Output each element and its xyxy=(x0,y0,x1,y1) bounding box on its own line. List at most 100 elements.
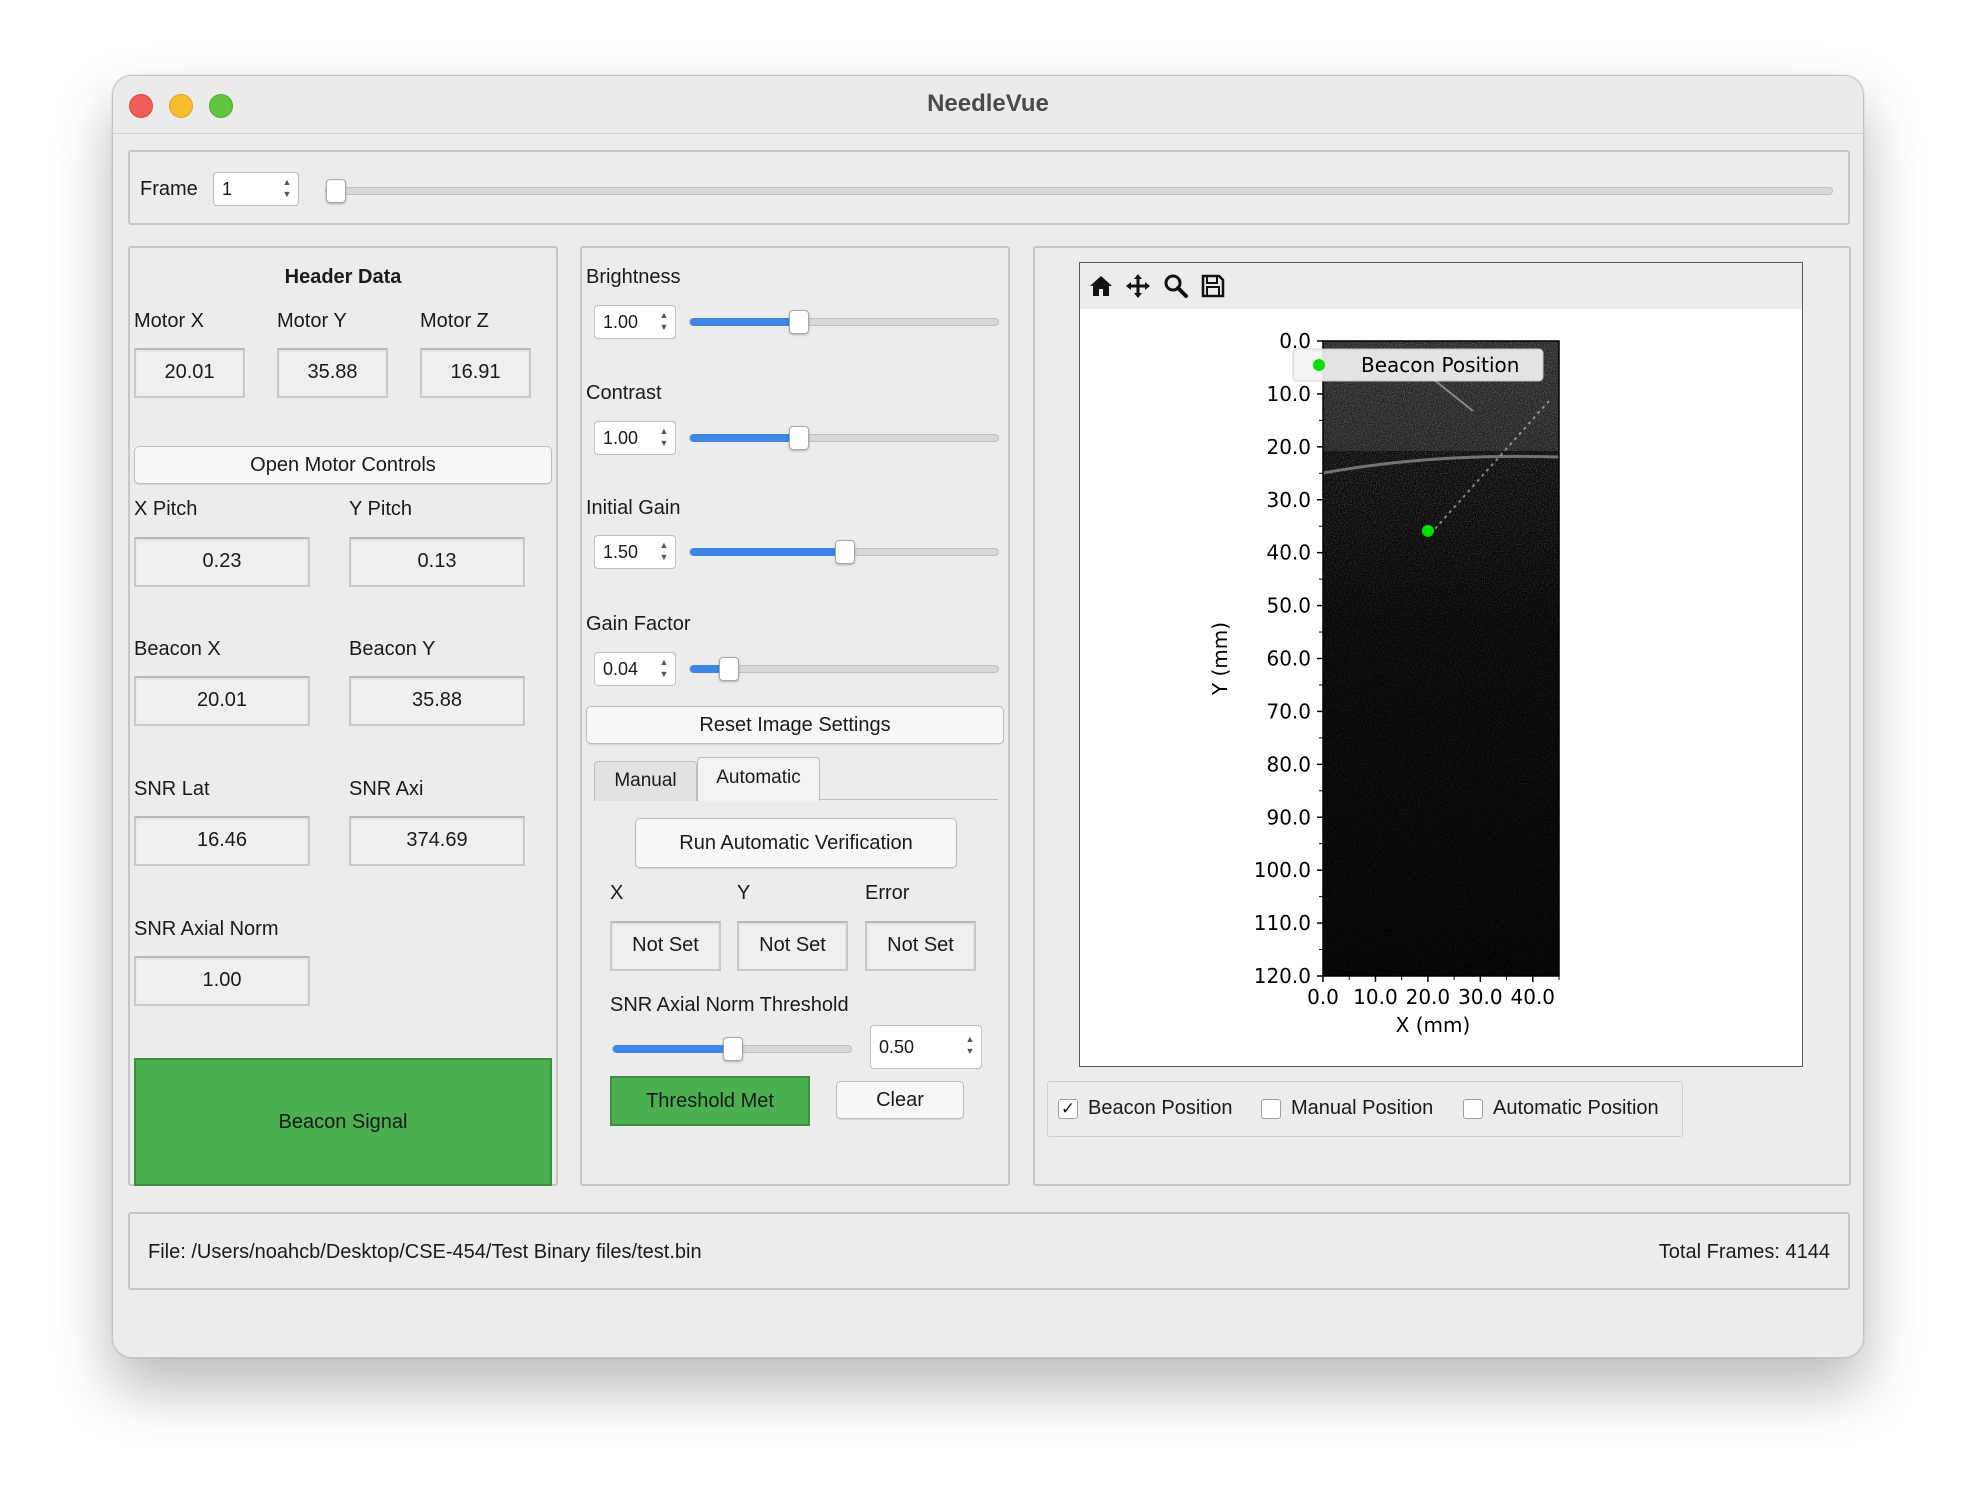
motor-z-label: Motor Z xyxy=(420,310,489,332)
beacon-x-label: Beacon X xyxy=(134,638,221,660)
open-motor-controls-button[interactable]: Open Motor Controls xyxy=(134,446,552,484)
brightness-value: 1.00 xyxy=(603,312,639,332)
ultrasound-depth-fade xyxy=(1323,341,1559,976)
motor-x-label: Motor X xyxy=(134,310,205,332)
gain-factor-label: Gain Factor xyxy=(586,613,691,635)
y-tick-label: 120.0 xyxy=(1254,964,1311,988)
x-pitch-value: 0.23 xyxy=(134,537,310,587)
y-tick-label: 90.0 xyxy=(1266,805,1311,829)
verification-y-label: Y xyxy=(737,882,751,904)
threshold-met-indicator: Threshold Met xyxy=(610,1076,810,1126)
contrast-stepper-icon[interactable]: ▲ ▼ xyxy=(656,425,672,451)
beacon-x-value: 20.01 xyxy=(134,676,310,726)
gain-factor-slider[interactable] xyxy=(689,657,999,681)
y-axis-label: Y (mm) xyxy=(1208,622,1232,696)
tab-manual[interactable]: Manual xyxy=(594,761,697,801)
x-tick-label: 10.0 xyxy=(1353,985,1398,1009)
clear-button[interactable]: Clear xyxy=(836,1081,964,1119)
plot-group: 0.0 10.0 20.0 30.0 40.0 50.0 60.0 70.0 80.0 90.0 1… xyxy=(1033,246,1851,1186)
motor-x-value: 20.01 xyxy=(134,348,245,398)
plot-toolbar xyxy=(1080,263,1802,309)
plot-canvas[interactable]: 0.0 10.0 20.0 30.0 40.0 50.0 60.0 70.0 80.0 90.0 1… xyxy=(1079,262,1803,1067)
verification-error-label: Error xyxy=(865,882,910,904)
brightness-spinbox[interactable]: 1.00 ▲ ▼ xyxy=(594,305,676,339)
motor-y-label: Motor Y xyxy=(277,310,347,332)
verification-error-value: Not Set xyxy=(865,921,976,971)
brightness-label: Brightness xyxy=(586,266,681,288)
snr-axi-value: 374.69 xyxy=(349,816,525,866)
initial-gain-spinbox[interactable]: 1.50 ▲ ▼ xyxy=(594,535,676,569)
y-tick-label: 70.0 xyxy=(1266,699,1311,723)
frame-group: Frame 1 ▲ ▼ xyxy=(128,150,1850,225)
initial-gain-slider[interactable] xyxy=(689,540,999,564)
frame-slider-handle[interactable] xyxy=(326,179,346,203)
snr-threshold-value: 0.50 xyxy=(879,1037,915,1057)
y-tick-label: 110.0 xyxy=(1254,911,1311,935)
brightness-stepper-icon[interactable]: ▲ ▼ xyxy=(656,309,672,335)
x-tick-label: 20.0 xyxy=(1406,985,1451,1009)
x-tick-label: 30.0 xyxy=(1458,985,1503,1009)
y-tick-label: 40.0 xyxy=(1266,541,1311,565)
manual-position-option[interactable]: Manual Position xyxy=(1291,1097,1433,1120)
plot-options-bar: ✓ Beacon Position Manual Position Automa… xyxy=(1047,1081,1683,1137)
beacon-position-checkbox[interactable]: ✓ xyxy=(1058,1099,1078,1119)
motor-y-value: 35.88 xyxy=(277,348,388,398)
y-pitch-label: Y Pitch xyxy=(349,498,412,520)
y-tick-label: 100.0 xyxy=(1254,858,1311,882)
snr-lat-label: SNR Lat xyxy=(134,778,210,800)
ultrasound-chart: 0.0 10.0 20.0 30.0 40.0 50.0 60.0 70.0 80.0 90.0 1… xyxy=(1208,329,1560,1037)
verification-y-value: Not Set xyxy=(737,921,848,971)
contrast-slider-fill xyxy=(690,434,799,442)
brightness-slider[interactable] xyxy=(689,310,999,334)
automatic-position-option[interactable]: Automatic Position xyxy=(1493,1097,1659,1120)
tab-automatic[interactable]: Automatic xyxy=(697,757,820,801)
snr-threshold-slider-handle[interactable] xyxy=(723,1037,743,1061)
manual-position-checkbox[interactable] xyxy=(1261,1099,1281,1119)
brightness-slider-fill xyxy=(690,318,799,326)
save-icon[interactable] xyxy=(1200,273,1226,299)
reset-image-settings-button[interactable]: Reset Image Settings xyxy=(586,706,1004,744)
brightness-slider-handle[interactable] xyxy=(789,310,809,334)
initial-gain-stepper-icon[interactable]: ▲ ▼ xyxy=(656,539,672,565)
snr-threshold-spinbox[interactable]: 0.50 ▲ ▼ xyxy=(870,1025,982,1069)
pan-icon[interactable] xyxy=(1125,273,1151,299)
snr-threshold-stepper-icon[interactable]: ▲ ▼ xyxy=(962,1033,978,1059)
run-automatic-verification-button[interactable]: Run Automatic Verification xyxy=(635,818,957,868)
snr-threshold-slider[interactable] xyxy=(612,1037,852,1061)
legend-label: Beacon Position xyxy=(1361,353,1519,377)
gain-factor-value: 0.04 xyxy=(603,659,639,679)
contrast-slider-handle[interactable] xyxy=(789,426,809,450)
frame-slider[interactable] xyxy=(325,179,1833,203)
y-tick-label: 60.0 xyxy=(1266,647,1311,671)
motor-z-value: 16.91 xyxy=(420,348,531,398)
contrast-spinbox[interactable]: 1.00 ▲ ▼ xyxy=(594,421,676,455)
snr-threshold-slider-fill xyxy=(613,1045,733,1053)
header-data-group: Header Data Motor X Motor Y Motor Z 20.0… xyxy=(128,246,558,1186)
app-window: NeedleVue Frame 1 ▲ ▼ Header Data Motor X… xyxy=(112,75,1864,1358)
title-bar: NeedleVue xyxy=(113,76,1863,134)
verification-x-label: X xyxy=(610,882,624,904)
automatic-position-checkbox[interactable] xyxy=(1463,1099,1483,1119)
gain-factor-slider-handle[interactable] xyxy=(719,657,739,681)
image-settings-group: Brightness 1.00 ▲ ▼ Contrast 1.00 ▲ ▼ Init… xyxy=(580,246,1010,1186)
total-frames: Total Frames: 4144 xyxy=(1658,1241,1830,1263)
home-icon[interactable] xyxy=(1088,273,1114,299)
beacon-position-option[interactable]: Beacon Position xyxy=(1088,1097,1233,1120)
x-pitch-label: X Pitch xyxy=(134,498,198,520)
frame-stepper-icon[interactable]: ▲ ▼ xyxy=(279,176,295,202)
initial-gain-slider-handle[interactable] xyxy=(835,540,855,564)
contrast-label: Contrast xyxy=(586,382,662,404)
y-tick-label: 80.0 xyxy=(1266,752,1311,776)
frame-label: Frame xyxy=(140,178,198,200)
gain-factor-stepper-icon[interactable]: ▲ ▼ xyxy=(656,656,672,682)
beacon-y-label: Beacon Y xyxy=(349,638,436,660)
verification-x-value: Not Set xyxy=(610,921,721,971)
gain-factor-spinbox[interactable]: 0.04 ▲ ▼ xyxy=(594,652,676,686)
frame-spinbox[interactable]: 1 ▲ ▼ xyxy=(213,172,299,206)
snr-axial-norm-value: 1.00 xyxy=(134,956,310,1006)
legend-marker xyxy=(1313,359,1325,371)
contrast-slider[interactable] xyxy=(689,426,999,450)
zoom-icon[interactable] xyxy=(1163,273,1189,299)
snr-lat-value: 16.46 xyxy=(134,816,310,866)
snr-axi-label: SNR Axi xyxy=(349,778,424,800)
